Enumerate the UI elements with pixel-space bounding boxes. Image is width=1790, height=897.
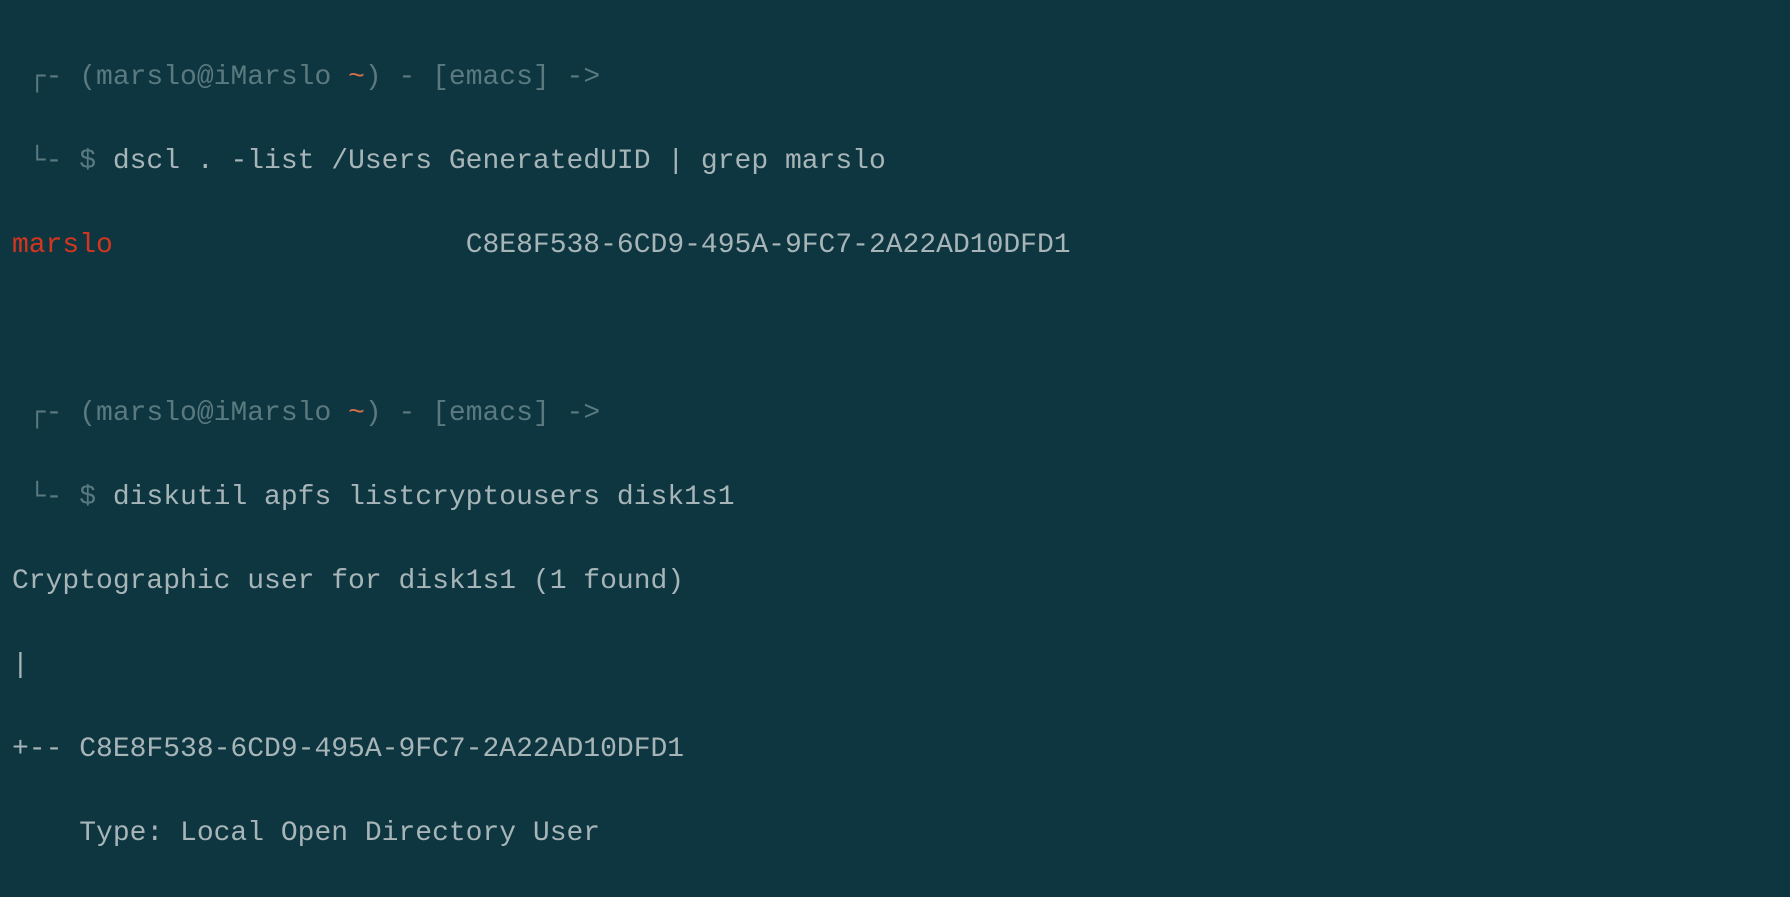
spaces [113,230,466,261]
output-line-2-2: | [0,645,1790,687]
bracket-bottom: └- [12,482,79,513]
output-line-2-3: +-- C8E8F538-6CD9-495A-9FC7-2A22AD10DFD1 [0,729,1790,771]
blank-line [0,309,1790,351]
tree-type: Type: Local Open Directory User [12,818,600,849]
bracket-bottom: └- [12,146,79,177]
output-line-2-4: Type: Local Open Directory User [0,813,1790,855]
tree-pipe: | [12,650,29,681]
bracket-top: ┌- [12,62,79,93]
arrow: -> [550,398,600,429]
bracket-top: ┌- [12,398,79,429]
prompt-line-2-bottom: └- $ diskutil apfs listcryptousers disk1… [0,477,1790,519]
command-text: dscl . -list /Users GeneratedUID | grep … [113,146,886,177]
command-text: diskutil apfs listcryptousers disk1s1 [113,482,735,513]
tilde: ~ [348,398,365,429]
prompt-symbol: $ [79,146,113,177]
prompt-symbol: $ [79,482,113,513]
user-host-end: ) - [365,398,432,429]
crypto-header: Cryptographic user for disk1s1 (1 found) [12,566,684,597]
output-line-2-1: Cryptographic user for disk1s1 (1 found) [0,561,1790,603]
prompt-line-2-top: ┌- (marslo@iMarslo ~) - [emacs] -> [0,393,1790,435]
prompt-line-1-top: ┌- (marslo@iMarslo ~) - [emacs] -> [0,57,1790,99]
arrow: -> [550,62,600,93]
context: [emacs] [432,398,550,429]
user-host: (marslo@iMarslo [79,398,348,429]
user-host-end: ) - [365,62,432,93]
output-line-1: marslo C8E8F538-6CD9-495A-9FC7-2A22AD10D… [0,225,1790,267]
tilde: ~ [348,62,365,93]
grep-match: marslo [12,230,113,261]
terminal-output[interactable]: ┌- (marslo@iMarslo ~) - [emacs] -> └- $ … [0,15,1790,897]
tree-uuid: +-- C8E8F538-6CD9-495A-9FC7-2A22AD10DFD1 [12,734,684,765]
context: [emacs] [432,62,550,93]
uuid-value: C8E8F538-6CD9-495A-9FC7-2A22AD10DFD1 [466,230,1071,261]
user-host: (marslo@iMarslo [79,62,348,93]
prompt-line-1-bottom: └- $ dscl . -list /Users GeneratedUID | … [0,141,1790,183]
